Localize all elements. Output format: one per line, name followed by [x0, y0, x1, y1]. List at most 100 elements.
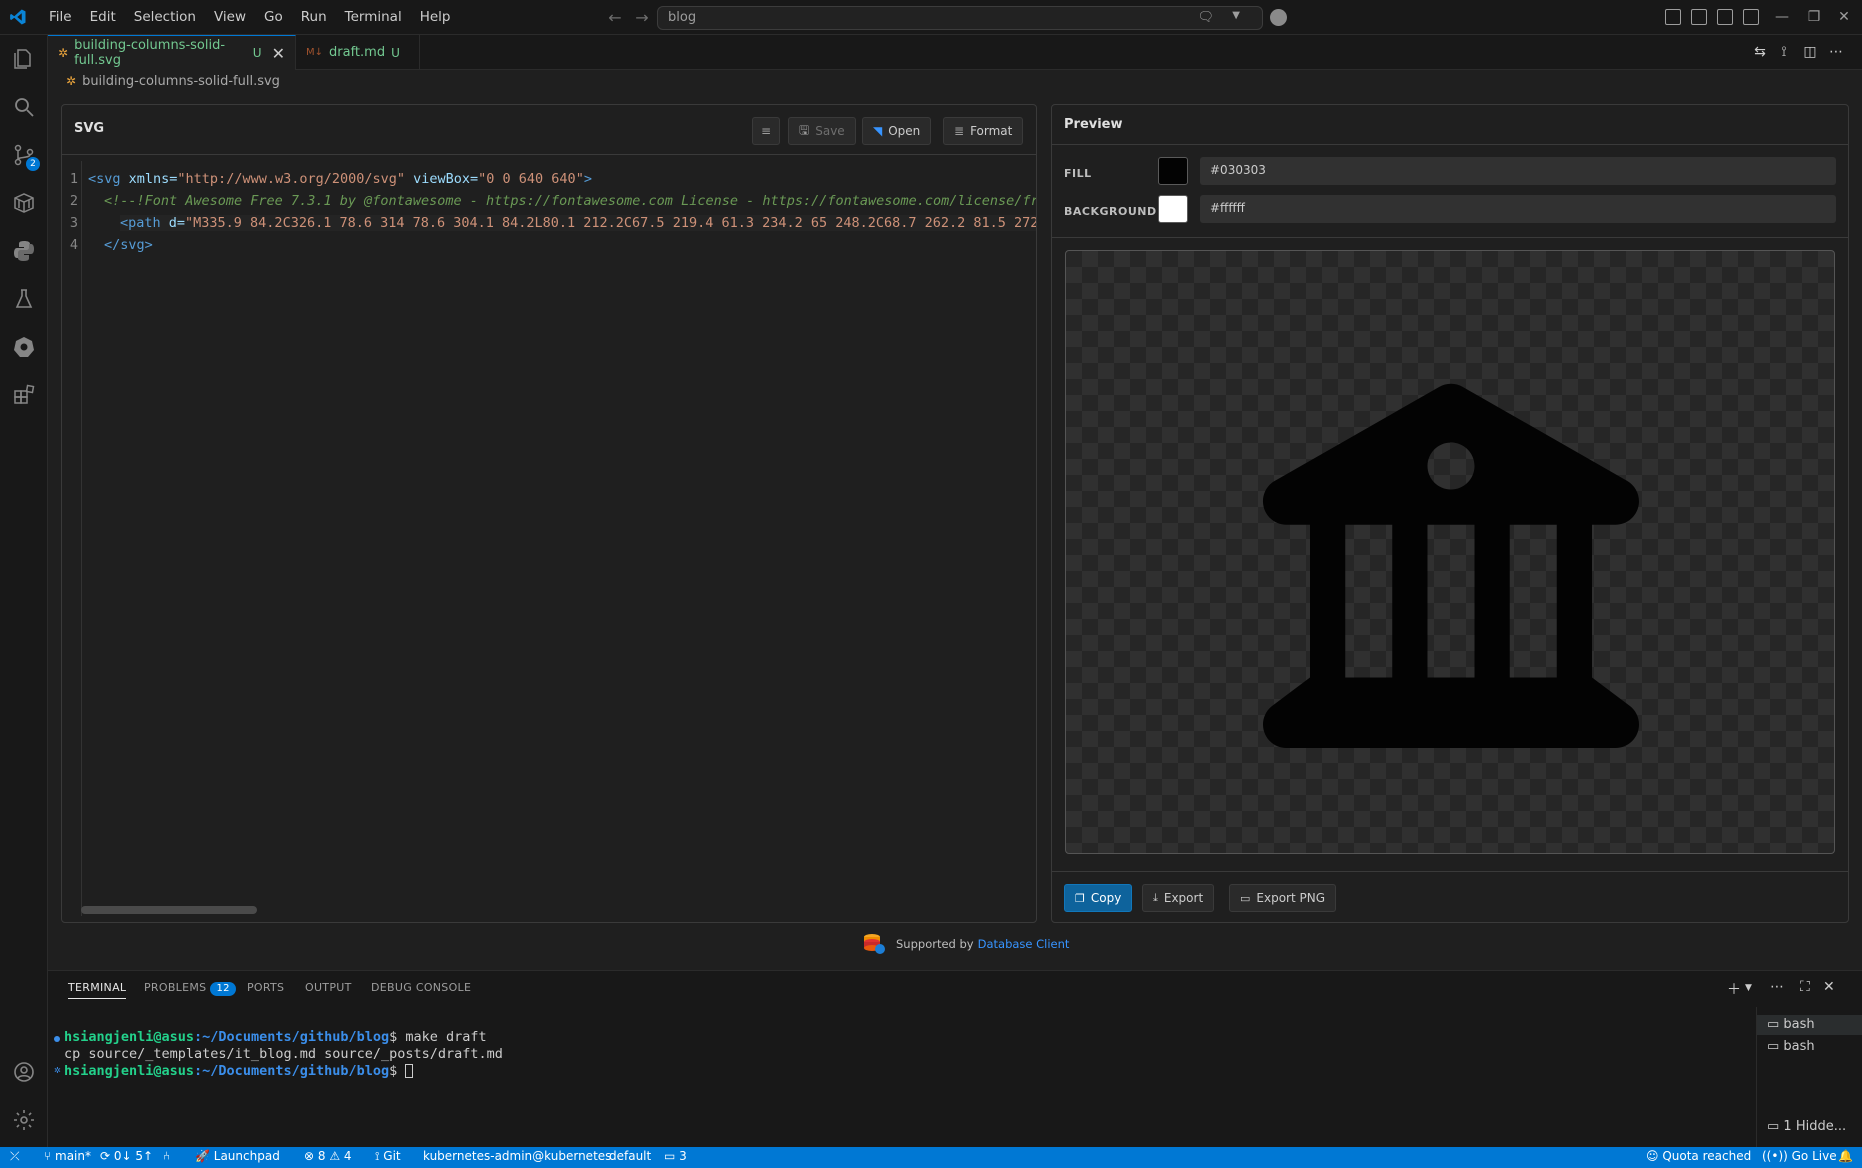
go-live-button[interactable]: ((•)) Go Live	[1762, 1149, 1837, 1163]
copilot-chat-icon[interactable]: 🗨	[1197, 10, 1214, 25]
status-bar: ⤫ ⑂ main* ⟳ 0↓ 5↑ ⑃ 🚀 Launchpad ⊗ 8 ⚠ 4 …	[0, 1147, 1862, 1168]
menu-file[interactable]: File	[40, 0, 81, 35]
search-icon[interactable]	[12, 95, 36, 119]
chevron-down-icon[interactable]: ▼	[1232, 10, 1240, 21]
terminal-prompt: $	[389, 1029, 406, 1045]
testing-flask-icon[interactable]	[12, 287, 36, 311]
preview-footer: ❐ Copy ⤓ Export ▭ Export PNG	[1052, 871, 1848, 923]
terminals-count[interactable]: ▭ 3	[664, 1149, 687, 1163]
toggle-primary-sidebar-icon[interactable]	[1665, 9, 1681, 25]
kubernetes-icon[interactable]	[12, 335, 36, 359]
save-icon: 🖫	[799, 122, 810, 137]
menu-help[interactable]: Help	[411, 0, 460, 35]
tab-problems[interactable]: PROBLEMS 12	[144, 981, 236, 996]
launchpad-item[interactable]: 🚀 Launchpad	[195, 1149, 280, 1163]
toggle-secondary-sidebar-icon[interactable]	[1743, 9, 1759, 25]
code-token: d=	[160, 215, 186, 231]
terminal-output[interactable]: hsiangjenli@asus:~/Documents/github/blog…	[54, 1027, 1734, 1137]
open-changes-icon[interactable]: ⇆	[1751, 44, 1769, 62]
breadcrumb-file[interactable]: building-columns-solid-full.svg	[82, 74, 280, 89]
copy-label: Copy	[1090, 891, 1122, 905]
split-editor-icon[interactable]: ◫	[1801, 44, 1819, 62]
problems-status[interactable]: ⊗ 8 ⚠ 4	[304, 1149, 352, 1163]
background-color-swatch[interactable]	[1158, 195, 1188, 223]
more-actions-icon[interactable]: ⋯	[1770, 979, 1784, 995]
open-button[interactable]: ◥ Open	[862, 117, 932, 145]
export-button[interactable]: ⤓ Export	[1142, 884, 1215, 912]
fill-hex-input[interactable]: #030303	[1200, 157, 1836, 185]
containers-icon[interactable]	[12, 191, 36, 215]
command-decoration-icon: ✲	[54, 1063, 61, 1076]
background-label: BACKGROUND	[1064, 205, 1157, 218]
forward-arrow-icon[interactable]: →	[632, 8, 652, 28]
menu-edit[interactable]: Edit	[81, 0, 125, 35]
git-graph-icon[interactable]: ⑃	[163, 1149, 170, 1163]
extensions-icon[interactable]	[12, 383, 36, 407]
timeline-icon[interactable]: ⟟	[1775, 44, 1793, 62]
copy-button[interactable]: ❐ Copy	[1064, 884, 1133, 912]
python-icon[interactable]	[12, 239, 36, 263]
terminal-icon: ▭	[1767, 1017, 1784, 1032]
copilot-status-icon[interactable]	[1270, 9, 1287, 26]
code-editor[interactable]: 1 2 3 4 <svg xmlns="http://www.w3.org/20…	[62, 161, 1036, 916]
word-wrap-button[interactable]: ≡	[752, 117, 780, 145]
toggle-sidebar-icon[interactable]	[1691, 9, 1707, 25]
restore-icon[interactable]: ❐	[1802, 5, 1826, 29]
sync-status[interactable]: ⟳ 0↓ 5↑	[100, 1149, 153, 1163]
tab-debug-console[interactable]: DEBUG CONSOLE	[371, 981, 471, 994]
code-token: viewBox=	[405, 171, 479, 187]
tab-building-columns-svg[interactable]: ✲ building-columns-solid-full.svg U ✕	[48, 35, 296, 70]
database-client-logo-icon	[864, 934, 885, 954]
terminal-item-bash[interactable]: ▭ bash	[1757, 1015, 1862, 1035]
tab-draft-md[interactable]: M↓ draft.md U	[296, 35, 420, 70]
more-actions-icon[interactable]: ⋯	[1827, 44, 1845, 62]
menu-go[interactable]: Go	[255, 0, 292, 35]
code-line-2: <!--!Font Awesome Free 7.3.1 by @fontawe…	[104, 193, 1036, 209]
back-arrow-icon[interactable]: ←	[605, 8, 625, 28]
close-icon[interactable]: ✕	[272, 44, 285, 63]
minimize-icon[interactable]: —	[1770, 5, 1794, 29]
hidden-terminals-item[interactable]: ▭ 1 Hidde...	[1757, 1117, 1862, 1137]
maximize-panel-icon[interactable]: ⛶	[1800, 979, 1810, 995]
tab-output[interactable]: OUTPUT	[305, 981, 352, 994]
menu-view[interactable]: View	[205, 0, 255, 35]
copilot-quota-status[interactable]: ☺ Quota reached	[1646, 1149, 1751, 1163]
tab-ports[interactable]: PORTS	[247, 981, 284, 994]
remote-indicator-icon[interactable]: ⤫	[10, 1149, 20, 1164]
tab-terminal[interactable]: TERMINAL	[68, 981, 127, 999]
chevron-down-icon[interactable]: ▼	[1745, 983, 1752, 993]
explorer-icon[interactable]	[12, 47, 36, 71]
branch-indicator[interactable]: ⑂ main*	[44, 1149, 91, 1163]
error-icon: ⊗	[304, 1149, 318, 1163]
toggle-panel-icon[interactable]	[1717, 9, 1733, 25]
horizontal-scrollbar[interactable]	[81, 906, 257, 914]
close-panel-icon[interactable]: ✕	[1823, 979, 1835, 995]
code-token: "0 0 640 640"	[478, 171, 584, 187]
launchpad-label: Launchpad	[213, 1149, 280, 1163]
accounts-icon[interactable]	[12, 1060, 36, 1084]
menu-selection[interactable]: Selection	[125, 0, 205, 35]
close-window-icon[interactable]: ✕	[1832, 5, 1856, 29]
line-number: 3	[69, 215, 78, 231]
source-control-icon[interactable]: 2	[12, 143, 40, 171]
terminal-item-bash[interactable]: ▭ bash	[1757, 1037, 1862, 1057]
kubernetes-namespace[interactable]: default	[609, 1149, 651, 1163]
settings-gear-icon[interactable]	[12, 1108, 36, 1132]
save-button[interactable]: 🖫 Save	[788, 117, 856, 145]
database-client-link[interactable]: Database Client	[978, 937, 1070, 951]
terminal-name: bash	[1783, 1017, 1815, 1032]
breadcrumb: ✲ building-columns-solid-full.svg	[48, 70, 1862, 92]
export-png-button[interactable]: ▭ Export PNG	[1229, 884, 1337, 912]
kubernetes-context[interactable]: kubernetes-admin@kubernetes	[423, 1149, 611, 1163]
line-number: 4	[69, 237, 78, 253]
menu-run[interactable]: Run	[292, 0, 336, 35]
format-button[interactable]: ≣ Format	[943, 117, 1024, 145]
background-hex-input[interactable]: #ffffff	[1200, 195, 1836, 223]
notifications-bell-icon[interactable]: 🔔	[1838, 1149, 1853, 1163]
menu-terminal[interactable]: Terminal	[336, 0, 411, 35]
command-center-search[interactable]: blog 🗨 ▼	[657, 6, 1263, 30]
command-center-text: blog	[668, 10, 697, 25]
git-status[interactable]: ⟟ Git	[375, 1149, 401, 1164]
new-terminal-icon[interactable]: ＋	[1727, 979, 1741, 999]
fill-color-swatch[interactable]	[1158, 157, 1188, 185]
